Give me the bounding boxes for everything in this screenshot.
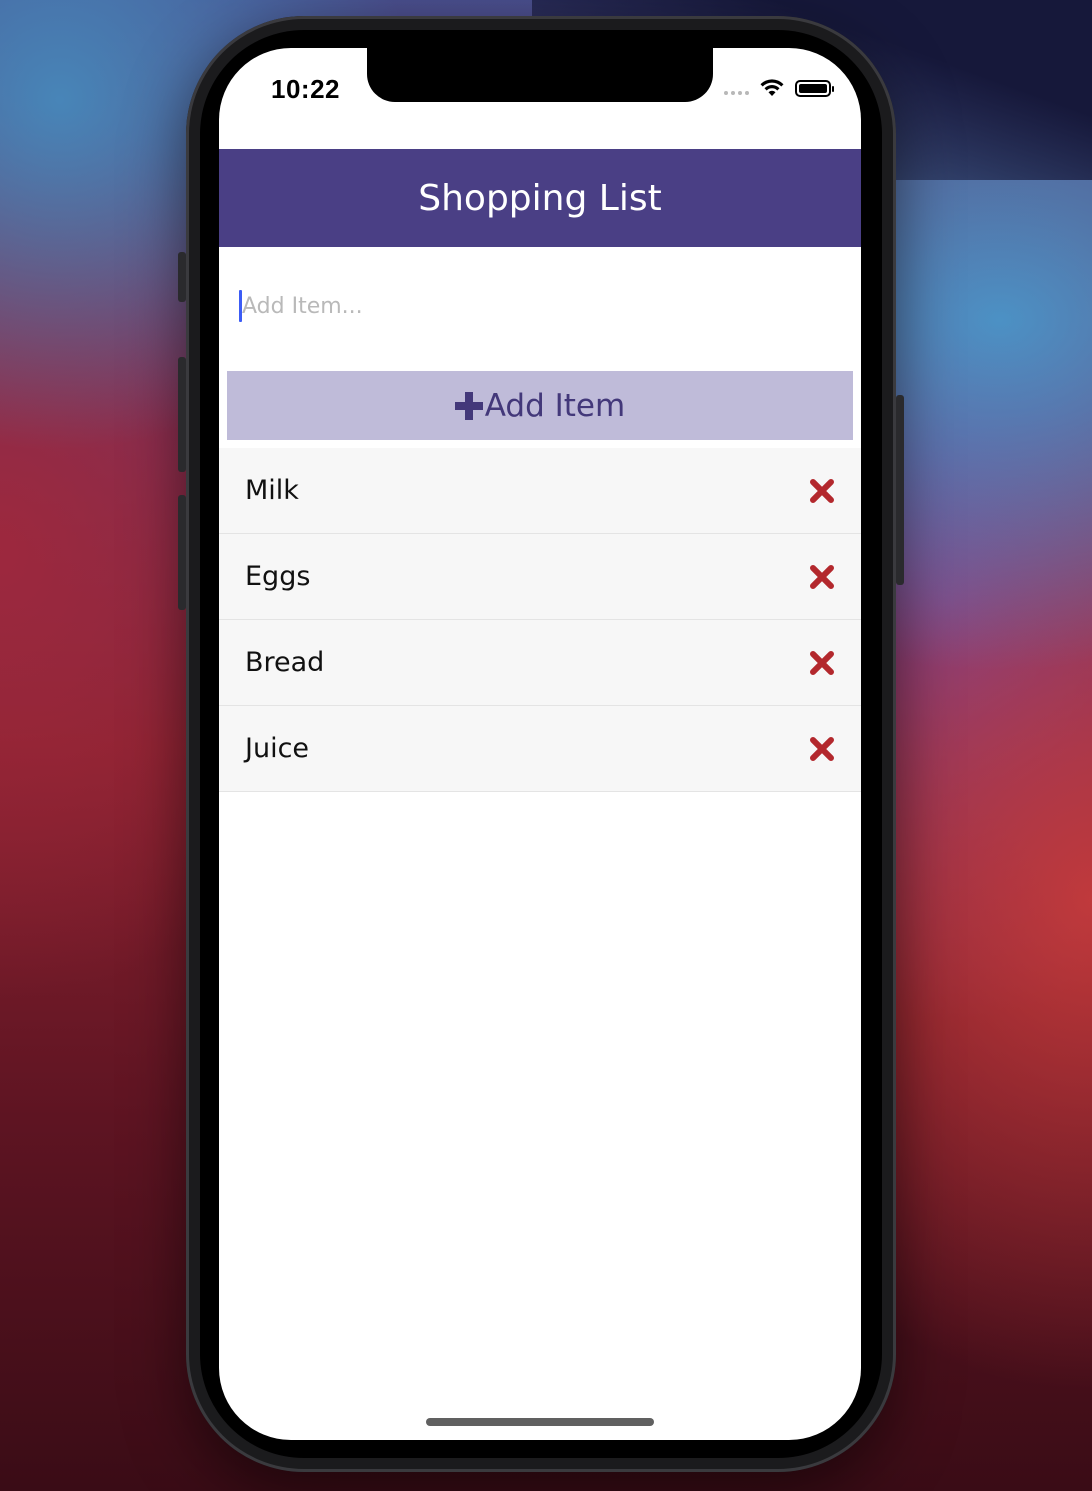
notch [367, 48, 713, 102]
battery-icon [795, 79, 834, 97]
home-indicator[interactable] [426, 1418, 654, 1426]
volume-up-button [178, 357, 186, 472]
mute-switch [178, 252, 186, 302]
list-item-label: Milk [245, 475, 299, 506]
list-item-label: Eggs [245, 561, 311, 592]
list-item: Bread [219, 620, 861, 706]
list-item: Milk [219, 448, 861, 534]
add-item-input[interactable] [242, 293, 802, 319]
app-screen: 10:22 Shopping List Add Item Milk Eggs [219, 48, 861, 1440]
app-header: Shopping List [219, 149, 861, 247]
list-item-label: Bread [245, 647, 325, 678]
page-title: Shopping List [418, 177, 662, 219]
power-button [896, 395, 904, 585]
close-icon[interactable] [809, 478, 835, 504]
list-item-label: Juice [245, 733, 310, 764]
shopping-list: Milk Eggs Bread Juice [219, 448, 861, 792]
wifi-icon [760, 79, 784, 96]
add-item-button[interactable]: Add Item [227, 371, 853, 440]
add-item-field-row [239, 286, 839, 326]
add-item-button-label: Add Item [484, 387, 626, 424]
status-icons [724, 78, 834, 98]
list-item: Eggs [219, 534, 861, 620]
volume-down-button [178, 495, 186, 610]
close-icon[interactable] [809, 650, 835, 676]
status-time: 10:22 [271, 74, 340, 104]
cellular-signal-icon [724, 91, 749, 95]
close-icon[interactable] [809, 564, 835, 590]
list-item: Juice [219, 706, 861, 792]
close-icon[interactable] [809, 736, 835, 762]
plus-icon [454, 391, 483, 420]
